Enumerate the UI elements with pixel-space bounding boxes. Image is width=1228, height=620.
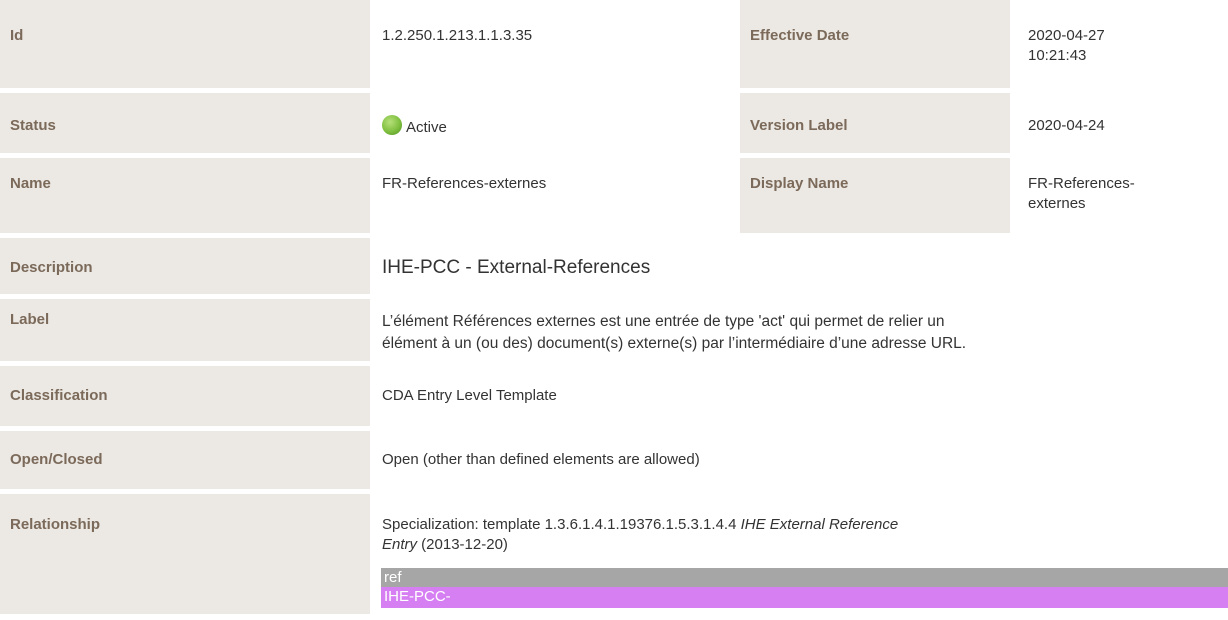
classification-value: CDA Entry Level Template (382, 387, 557, 404)
status-label: Status (10, 117, 56, 134)
label-value-line1: L’élément Références externes est une en… (382, 313, 945, 330)
id-label-cell: Id (0, 0, 370, 88)
label-label-cell: Label (0, 299, 370, 361)
status-label-cell: Status (0, 93, 370, 153)
relationship-template-link[interactable]: IHE External Reference (741, 516, 899, 533)
description-value: IHE-PCC - External-References (382, 257, 651, 278)
label-value-line2: élément à un (ou des) document(s) extern… (382, 335, 967, 352)
row-name: Name FR-References-externes Display Name… (0, 158, 1228, 233)
ref-name-bar[interactable]: IHE-PCC- (381, 587, 1228, 608)
name-value-cell: FR-References-externes (370, 158, 740, 233)
status-active-dot-icon (382, 115, 402, 135)
classification-value-cell: CDA Entry Level Template (370, 366, 1228, 426)
ref-tag-text: ref (384, 569, 402, 586)
display-name-value-line1: FR-References- (1028, 175, 1135, 192)
open-closed-value-cell: Open (other than defined elements are al… (370, 431, 1228, 489)
display-name-label-cell: Display Name (740, 158, 1010, 233)
row-classification: Classification CDA Entry Level Template (0, 366, 1228, 426)
open-closed-label: Open/Closed (10, 451, 103, 468)
version-label-label: Version Label (750, 117, 848, 134)
relationship-label-cell: Relationship (0, 494, 370, 614)
ref-tag-bar: ref (381, 568, 1228, 587)
version-label-value: 2020-04-24 (1028, 117, 1105, 134)
version-label-value-cell: 2020-04-24 (1010, 93, 1228, 153)
effective-date-value-time: 10:21:43 (1028, 47, 1087, 64)
id-value: 1.2.250.1.213.1.1.3.35 (382, 27, 533, 44)
status-value: Active (406, 119, 447, 136)
row-relationship: Relationship Specialization: template 1.… (0, 494, 1228, 620)
classification-label: Classification (10, 387, 108, 404)
row-label: Label L’élément Références externes est … (0, 299, 1228, 361)
relationship-template-link-cont[interactable]: Entry (382, 536, 417, 553)
display-name-value-cell: FR-References- externes (1010, 158, 1228, 233)
description-label: Description (10, 259, 93, 276)
label-label: Label (10, 311, 50, 328)
row-description: Description IHE-PCC - External-Reference… (0, 238, 1228, 294)
ref-name-text: IHE-PCC- (384, 588, 451, 605)
template-details-table: Id 1.2.250.1.213.1.1.3.35 Effective Date… (0, 0, 1228, 620)
display-name-label: Display Name (750, 175, 849, 192)
relationship-prefix: Specialization: template 1.3.6.1.4.1.193… (382, 516, 741, 533)
effective-date-value-date: 2020-04-27 (1028, 27, 1105, 44)
effective-date-label-cell: Effective Date (740, 0, 1010, 88)
relationship-date: (2013-12-20) (417, 536, 508, 553)
name-label-cell: Name (0, 158, 370, 233)
row-open-closed: Open/Closed Open (other than defined ele… (0, 431, 1228, 489)
description-label-cell: Description (0, 238, 370, 294)
display-name-value-line2: externes (1028, 195, 1086, 212)
id-value-cell: 1.2.250.1.213.1.1.3.35 (370, 0, 740, 88)
relationship-text: Specialization: template 1.3.6.1.4.1.193… (382, 515, 1228, 555)
name-value: FR-References-externes (382, 175, 547, 192)
version-label-label-cell: Version Label (740, 93, 1010, 153)
open-closed-label-cell: Open/Closed (0, 431, 370, 489)
classification-label-cell: Classification (0, 366, 370, 426)
status-value-cell: Active (370, 93, 740, 153)
name-label: Name (10, 175, 51, 192)
description-value-cell: IHE-PCC - External-References (370, 238, 1228, 294)
row-id: Id 1.2.250.1.213.1.1.3.35 Effective Date… (0, 0, 1228, 88)
open-closed-value: Open (other than defined elements are al… (382, 451, 700, 468)
effective-date-label: Effective Date (750, 27, 850, 44)
label-value-cell: L’élément Références externes est une en… (370, 299, 1228, 361)
row-status: Status Active Version Label 2020-04-24 (0, 93, 1228, 153)
id-label: Id (10, 27, 24, 44)
effective-date-value-cell: 2020-04-27 10:21:43 (1010, 0, 1228, 88)
relationship-label: Relationship (10, 516, 101, 533)
